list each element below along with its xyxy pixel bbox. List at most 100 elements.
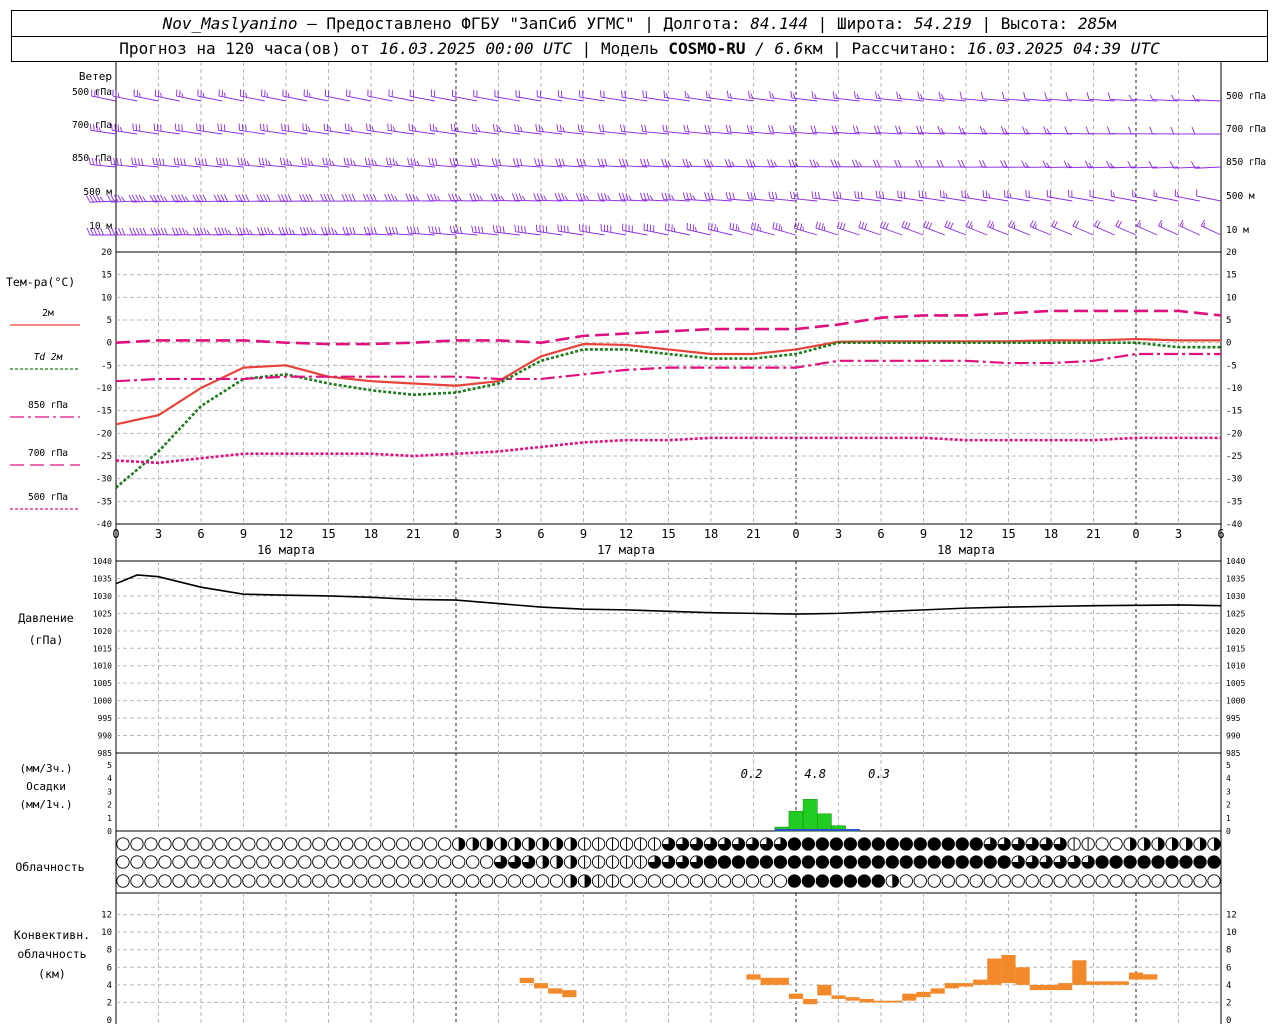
wind-barb xyxy=(662,124,690,135)
wind-barb-feather xyxy=(227,229,232,235)
cloud-symbol xyxy=(214,874,228,888)
cloud-symbol-circle xyxy=(885,855,899,869)
wind-barb-staff xyxy=(1026,196,1052,202)
wind-barb-feather xyxy=(1139,222,1141,228)
cloud-symbol xyxy=(1011,874,1025,888)
wind-barb-feather xyxy=(178,123,180,131)
wind-barb-staff xyxy=(260,129,287,135)
wind-barb-staff xyxy=(218,129,244,135)
cloud-symbol xyxy=(661,874,676,888)
wind-barb xyxy=(428,225,457,236)
wind-barb-feather xyxy=(519,126,523,132)
cloud-symbol-circle xyxy=(494,874,508,888)
wind-barb-staff xyxy=(751,228,775,236)
wind-barb xyxy=(1021,160,1052,168)
wind-barb-feather xyxy=(839,191,842,199)
wind-barb-feather xyxy=(560,224,563,232)
wind-barb-feather xyxy=(139,227,144,236)
wind-barb-feather xyxy=(352,227,356,235)
wind-barb-feather xyxy=(471,123,474,131)
cloud-symbol-circle xyxy=(619,874,634,888)
wind-barb-staff xyxy=(133,95,159,102)
wind-barb-feather xyxy=(312,229,317,235)
wind-barb-feather xyxy=(1155,192,1158,198)
wind-barb-feather xyxy=(852,125,856,133)
wind-barb-staff xyxy=(983,196,1009,202)
wind-barb-feather xyxy=(645,90,648,98)
cloud-symbol xyxy=(130,837,144,851)
wind-barb xyxy=(1149,126,1179,135)
wind-barb-feather xyxy=(325,157,328,165)
temp-tick-left: 20 xyxy=(101,248,112,258)
wind-barb-feather xyxy=(965,220,970,227)
wind-level-label: 10 м xyxy=(89,221,112,232)
wind-barb-feather xyxy=(448,193,452,201)
temp-tick-right: -35 xyxy=(1226,497,1242,507)
wind-barb xyxy=(214,227,244,236)
wind-barb-feather xyxy=(628,195,632,201)
cloud-symbol xyxy=(284,855,298,869)
wind-barb-feather xyxy=(280,194,286,202)
wind-barb-feather xyxy=(561,158,565,166)
cloud-symbol xyxy=(773,837,788,851)
wind-barb-feather xyxy=(624,90,626,98)
wind-barb-feather xyxy=(181,92,184,98)
cloud-symbol-half xyxy=(570,855,577,869)
cloud-symbol xyxy=(997,855,1011,869)
precip-bar xyxy=(817,813,832,832)
wind-barb-feather xyxy=(142,227,147,236)
cloud-symbol xyxy=(410,874,424,888)
wind-barb-feather xyxy=(538,124,541,132)
cloud-symbol xyxy=(633,874,648,888)
wind-barb-feather xyxy=(387,123,389,131)
cloud-symbol xyxy=(186,855,200,869)
wind-barb-feather xyxy=(646,193,650,201)
cloud-symbol xyxy=(242,855,256,869)
wind-barb-staff xyxy=(876,197,903,202)
time-tick-label: 12 xyxy=(279,527,293,541)
conv-bar xyxy=(519,977,534,984)
wind-barb-feather xyxy=(1004,128,1008,134)
cloud-symbol xyxy=(913,837,927,851)
wind-barb xyxy=(896,91,924,102)
cloud-symbol-circle xyxy=(857,874,871,888)
wind-barb-feather xyxy=(792,125,796,133)
wind-barb-feather xyxy=(193,227,197,235)
cloud-symbol-circle xyxy=(1193,855,1207,869)
wind-barb-staff xyxy=(431,95,457,102)
wind-barb-feather xyxy=(748,90,750,98)
wind-barb-feather xyxy=(832,91,835,99)
wind-barb-feather xyxy=(476,193,480,201)
wind-barb-feather xyxy=(557,224,559,232)
wind-barb xyxy=(448,193,478,202)
wind-barb-staff xyxy=(558,96,584,102)
wind-barb-feather xyxy=(113,157,116,165)
precip-tick-left: 2 xyxy=(107,801,112,810)
wind-barb-feather xyxy=(329,126,332,132)
wind-barb xyxy=(729,222,754,236)
wind-barb-staff xyxy=(1179,225,1200,236)
cloud-symbol-circle xyxy=(256,874,270,888)
pressure-tick-left: 1040 xyxy=(93,557,112,566)
cloud-symbol xyxy=(228,874,242,888)
cloud-symbol-circle xyxy=(507,874,522,888)
wind-barb-feather xyxy=(686,192,689,200)
cloud-symbol xyxy=(815,874,830,888)
precip-annotation: 4.8 xyxy=(804,767,826,781)
wind-barb-feather xyxy=(430,193,434,201)
wind-barb-feather xyxy=(771,93,775,99)
wind-barb-feather xyxy=(1096,221,1101,228)
wind-barb-feather xyxy=(897,190,899,198)
wind-barb-feather xyxy=(224,227,229,235)
wind-barb-feather xyxy=(664,158,668,167)
cloud-symbol xyxy=(326,874,340,888)
cloud-symbol xyxy=(927,874,941,888)
wind-barb-feather xyxy=(291,229,296,235)
conv-bar xyxy=(562,990,577,998)
wind-barb-feather xyxy=(363,226,367,234)
cloud-symbol xyxy=(1137,874,1151,888)
wind-barb-feather xyxy=(768,125,771,133)
wind-barb-feather xyxy=(384,193,388,202)
wind-barb-feather xyxy=(237,157,240,165)
cloud-symbol xyxy=(130,874,144,888)
